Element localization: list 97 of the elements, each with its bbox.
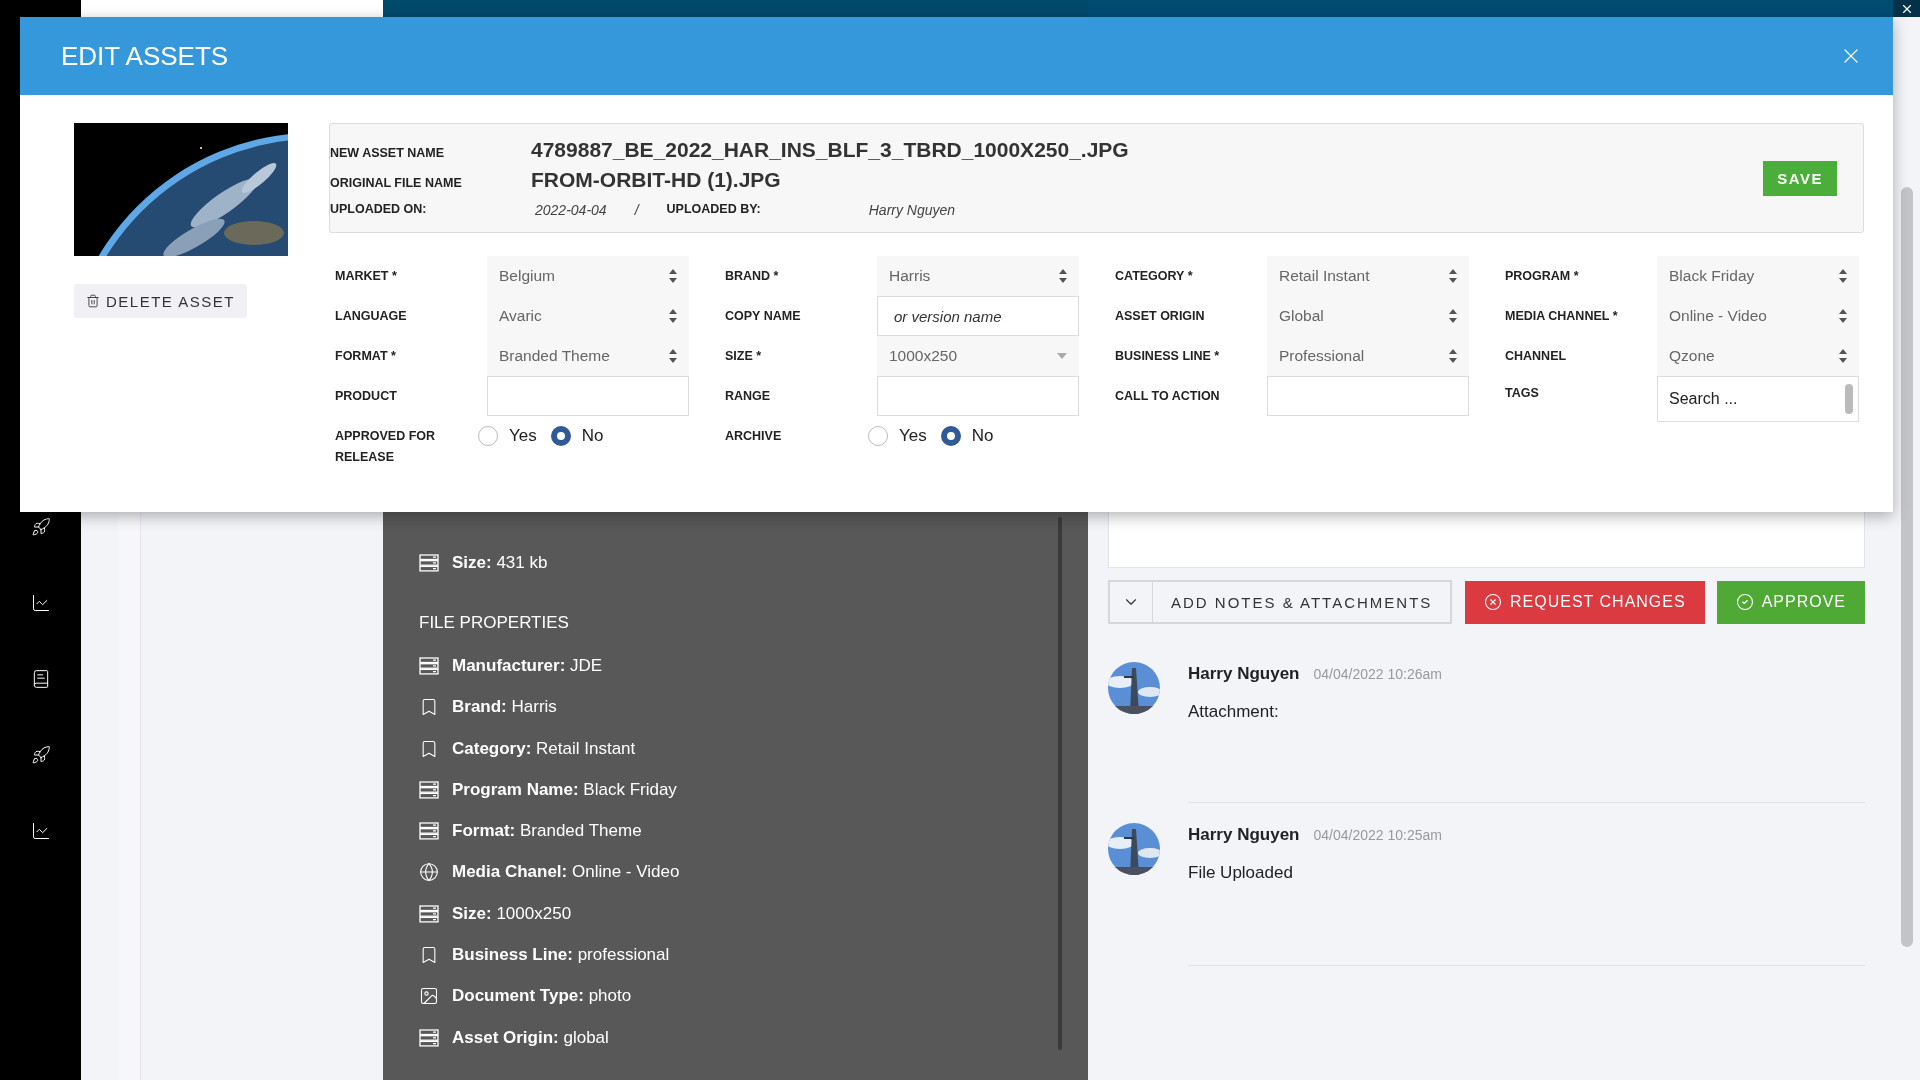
select-field[interactable]: Global [1267, 296, 1469, 336]
info-label: ORIGINAL FILE NAME [330, 176, 463, 192]
sort-arrows-icon [1839, 349, 1847, 363]
sort-arrows-icon [669, 309, 677, 323]
rocket-icon[interactable] [30, 517, 51, 537]
sort-arrows-icon [1449, 349, 1457, 363]
server-icon [419, 1028, 439, 1047]
select-field[interactable]: Harris [877, 256, 1079, 296]
sort-arrows-icon [669, 349, 677, 363]
text-field[interactable]: or version name [877, 296, 1079, 336]
image-icon [419, 986, 439, 1007]
x-circle-icon [1484, 593, 1502, 611]
text-field[interactable] [487, 376, 689, 416]
asset-name: 4789887_BE_2022_HAR_INS_BLF_3_TBRD_1000X250_.JPG [531, 138, 1130, 162]
select-field[interactable]: Avaric [487, 296, 689, 336]
field-label: CATEGORY * [1114, 269, 1194, 283]
sort-arrows-icon [1839, 309, 1847, 323]
property-text: Size: 1000x250 [452, 903, 572, 924]
text-field[interactable] [1267, 376, 1469, 416]
radio-group-label: APPROVED FOR RELEASE [334, 428, 436, 466]
globe-icon [419, 862, 439, 883]
field-label: SIZE * [724, 349, 763, 363]
comment-time: 04/04/2022 10:26am [1313, 666, 1442, 682]
server-icon [419, 822, 439, 841]
server-icon [419, 553, 439, 572]
server-icon [419, 656, 439, 675]
chart-icon[interactable] [30, 821, 51, 841]
check-circle-icon [1735, 593, 1754, 611]
field-label: MEDIA CHANNEL * [1504, 309, 1619, 323]
sort-arrows-icon [1839, 269, 1847, 283]
select-field[interactable]: Online - Video [1657, 296, 1859, 336]
save-button[interactable]: SAVE [1763, 160, 1837, 196]
radio-option[interactable]: No [940, 426, 994, 446]
trash-icon [86, 294, 100, 308]
sort-arrows-icon [1449, 269, 1457, 283]
comment-text: Attachment: [1188, 702, 1280, 722]
comment-author: Harry Nguyen [1188, 825, 1300, 845]
property-text: Manufacturer: JDE [452, 655, 603, 676]
field-label: MARKET * [334, 269, 398, 283]
select-field[interactable]: Black Friday [1657, 256, 1859, 296]
tags-field[interactable]: Search ... [1657, 376, 1859, 422]
field-label: RANGE [724, 389, 772, 403]
radio-group-label: ARCHIVE [724, 428, 783, 445]
property-text: Document Type: photo [452, 986, 632, 1007]
property-text: Format: Branded Theme [452, 821, 642, 842]
delete-button[interactable]: DELETE ASSET [74, 284, 247, 318]
select-field[interactable]: Qzone [1657, 336, 1859, 376]
property-text: Size: 431 kb [452, 552, 548, 573]
field-label: BRAND * [724, 269, 780, 283]
property-text: Brand: Harris [452, 697, 557, 718]
property-text: Category: Retail Instant [452, 738, 636, 759]
info-label: NEW ASSET NAME [330, 146, 446, 162]
dropdown-field[interactable]: 1000x250 [877, 336, 1079, 376]
field-label: FORMAT * [334, 349, 397, 363]
comment-author: Harry Nguyen [1188, 664, 1300, 684]
add-notes-button[interactable]: ADD NOTES & ATTACHMENTS [1108, 580, 1453, 624]
property-text: Media Chanel: Online - Video [452, 862, 680, 883]
request-changes-button[interactable]: REQUEST CHANGES [1465, 580, 1705, 624]
select-field[interactable]: Retail Instant [1267, 256, 1469, 296]
field-label: COPY NAME [724, 309, 802, 323]
comment-text: File Uploaded [1188, 863, 1294, 883]
approve-button[interactable]: APPROVE [1716, 580, 1865, 624]
text-field[interactable] [877, 376, 1079, 416]
radio-option[interactable]: No [550, 426, 604, 446]
separator: / [634, 202, 639, 218]
dialog-title: EDIT ASSETS [61, 40, 229, 72]
server-icon [419, 780, 439, 799]
server-icon [419, 904, 439, 923]
select-field[interactable]: Branded Theme [487, 336, 689, 376]
sort-arrows-icon [669, 269, 677, 283]
upload-date: 2022-04-04 [535, 202, 607, 218]
field-label: PROGRAM * [1504, 269, 1580, 283]
file-name: FROM-ORBIT-HD (1).JPG [531, 168, 782, 192]
rocket-icon[interactable] [30, 745, 51, 765]
field-label: LANGUAGE [334, 309, 408, 323]
field-label: PRODUCT [334, 389, 398, 403]
field-label: ASSET ORIGIN [1114, 309, 1206, 323]
uploader-name: Harry Nguyen [868, 202, 956, 218]
field-label: BUSINESS LINE * [1114, 349, 1221, 363]
radio-option[interactable]: Yes [868, 426, 927, 446]
caret-icon [1057, 353, 1067, 359]
property-text: Program Name: Black Friday [452, 779, 677, 800]
field-label: TAGS [1504, 385, 1540, 400]
field-label: CHANNEL [1504, 349, 1568, 363]
comment-time: 04/04/2022 10:25am [1313, 827, 1442, 843]
select-field[interactable]: Belgium [487, 256, 689, 296]
section-title: FILE PROPERTIES [419, 613, 570, 634]
sort-arrows-icon [1059, 269, 1067, 283]
radio-option[interactable]: Yes [478, 426, 537, 446]
sort-arrows-icon [1449, 309, 1457, 323]
property-text: Asset Origin: global [452, 1027, 609, 1048]
info-label: UPLOADED BY: [666, 202, 761, 218]
chart-icon[interactable] [30, 593, 51, 613]
property-text: Business Line: professional [452, 945, 670, 965]
field-label: CALL TO ACTION [1114, 389, 1221, 403]
select-field[interactable]: Professional [1267, 336, 1469, 376]
info-label: UPLOADED ON: [330, 202, 428, 218]
